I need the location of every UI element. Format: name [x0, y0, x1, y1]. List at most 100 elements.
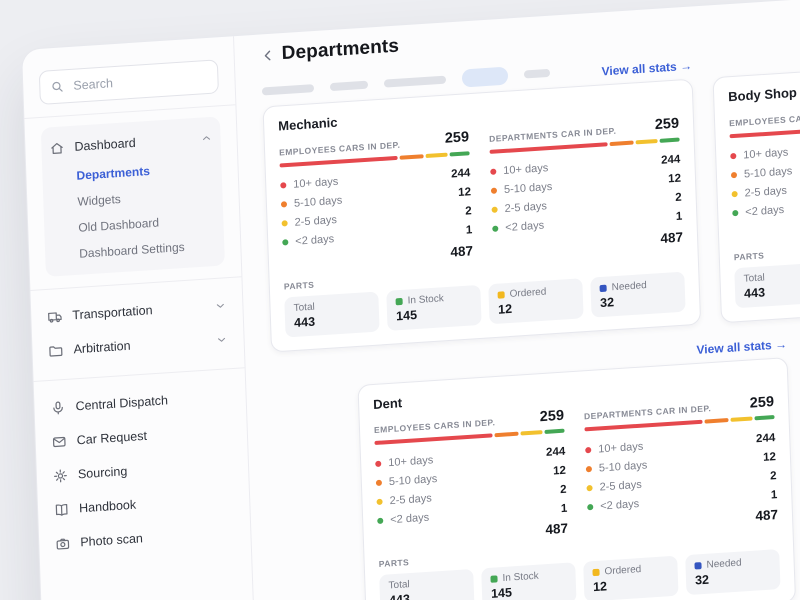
- legend-square-icon: [498, 291, 505, 298]
- department-block-dent: View all stats → DentEMPLOYEES CARS IN D…: [356, 327, 796, 600]
- bar-segment: [730, 416, 752, 421]
- tab-placeholder[interactable]: [524, 69, 550, 79]
- part-stat-box: In Stock145: [386, 284, 481, 330]
- dot-icon: [586, 484, 592, 490]
- stat-row-label: <2 days: [600, 498, 639, 513]
- stat-row-value: 244: [546, 445, 566, 458]
- stat-column-total: 259: [750, 395, 775, 411]
- bar-segment: [494, 432, 518, 438]
- stat-row-value: 12: [668, 173, 681, 186]
- part-stat-box: Ordered12: [583, 556, 678, 600]
- stats-columns: EMPLOYEES CARS IN DEP. 259 10+ days 244 5-10…: [374, 395, 778, 549]
- book-icon: [54, 501, 70, 517]
- stat-row-value: 244: [756, 432, 776, 445]
- chevron-down-icon[interactable]: [215, 333, 227, 346]
- bar-segment: [659, 137, 679, 142]
- bar-segment: [754, 415, 774, 420]
- dot-icon: [375, 460, 381, 466]
- page-title: Departments: [281, 36, 399, 66]
- legend-square-icon: [490, 575, 497, 582]
- search-icon: [50, 79, 64, 94]
- stat-row-value: 2: [465, 205, 472, 217]
- sidebar-item-list: Central Dispatch Car Request Sourcing: [50, 379, 235, 561]
- stat-column-label: DEPARTMENTS CAR IN DEP.: [489, 125, 617, 143]
- department-row-1: View all stats → MechanicEMPLOYEES CARS …: [261, 15, 800, 352]
- dot-icon: [376, 479, 382, 485]
- dot-icon: [732, 210, 738, 216]
- stat-row-value: 1: [561, 502, 568, 514]
- stat-column-total: 259: [540, 408, 565, 424]
- stat-column-total: 259: [655, 117, 680, 133]
- part-value: 12: [593, 575, 669, 594]
- dot-icon: [492, 207, 498, 213]
- stat-row-label: 10+ days: [598, 440, 643, 455]
- dot-icon: [282, 220, 288, 226]
- stat-row-label: 5-10 days: [504, 181, 553, 196]
- part-stat-box: In Stock145: [481, 562, 576, 600]
- stat-row-label: 10+ days: [293, 176, 338, 191]
- bar-segment: [425, 152, 447, 157]
- chevron-down-icon[interactable]: [214, 299, 226, 312]
- sidebar-item-label: Arbitration: [73, 339, 130, 357]
- parts-section: PARTSTotal443In Stock145Ordered12Needed3…: [284, 255, 686, 337]
- stat-row-value: 12: [763, 451, 776, 464]
- stat-row-label: 2-5 days: [294, 214, 337, 229]
- stat-row-label: 5-10 days: [599, 459, 648, 474]
- stat-column-label: EMPLOYEES CARS IN DEP.: [729, 110, 800, 128]
- bar-segment: [704, 418, 728, 424]
- view-all-stats-link[interactable]: View all stats →: [696, 337, 787, 357]
- chevron-up-icon[interactable]: [200, 132, 212, 145]
- filter-pill-placeholder[interactable]: [462, 67, 509, 88]
- part-stat-box: Ordered12: [488, 278, 583, 324]
- back-chevron-icon[interactable]: [260, 47, 276, 63]
- sidebar-group-dashboard: Dashboard Departments Widgets Old Dashbo…: [41, 116, 225, 277]
- stat-row-value: 244: [661, 154, 681, 167]
- stat-row-value: 2: [560, 483, 567, 495]
- part-value: 443: [744, 281, 800, 300]
- stat-column-label: EMPLOYEES CARS IN DEP.: [374, 417, 496, 435]
- tab-placeholder[interactable]: [330, 81, 368, 91]
- sidebar-item-label: Handbook: [79, 498, 136, 516]
- tab-placeholder[interactable]: [262, 84, 314, 95]
- part-label: Total: [293, 301, 315, 313]
- part-label: In Stock: [502, 571, 539, 584]
- part-label: Ordered: [604, 564, 641, 577]
- tab-placeholder[interactable]: [384, 76, 446, 88]
- search-input[interactable]: [71, 69, 208, 94]
- bar-segment: [520, 430, 542, 435]
- part-value: 145: [491, 582, 567, 600]
- stat-row-value: 1: [466, 224, 473, 236]
- stat-column: EMPLOYEES CARS IN DEP.25910+ days2445-10…: [279, 130, 473, 270]
- sidebar-item-label: Photo scan: [80, 531, 143, 549]
- microphone-icon: [50, 399, 66, 415]
- stat-row-value: 12: [553, 464, 566, 477]
- stat-row-value: 2: [770, 470, 777, 482]
- part-stat-box: Total443: [734, 262, 800, 308]
- dot-icon: [732, 191, 738, 197]
- bar-segment: [635, 139, 657, 144]
- part-value: 145: [396, 304, 472, 323]
- dot-icon: [280, 182, 286, 188]
- part-stat-box: Total443: [379, 569, 474, 600]
- folder-icon: [48, 342, 64, 358]
- stat-row-label: <2 days: [505, 220, 544, 235]
- truck-icon: [47, 308, 63, 324]
- stat-column-header: EMPLOYEES CARS IN DEP.259: [729, 101, 800, 128]
- bar-segment: [609, 140, 633, 146]
- stat-row-label: 5-10 days: [389, 473, 438, 488]
- screen: Dashboard Departments Widgets Old Dashbo…: [0, 0, 800, 600]
- app-window: Dashboard Departments Widgets Old Dashbo…: [22, 0, 800, 600]
- department-block-mechanic: View all stats → MechanicEMPLOYEES CARS …: [261, 49, 701, 352]
- part-stat-box: Needed32: [590, 271, 685, 317]
- dot-icon: [492, 226, 498, 232]
- dot-icon: [731, 172, 737, 178]
- department-block-body-shop: View all stats → Body ShopEMPLOYEES CARS…: [711, 19, 800, 322]
- part-label: Total: [388, 579, 410, 591]
- stat-column: DEPARTMENTS CAR IN DEP.25910+ days2445-1…: [489, 117, 683, 257]
- stat-column: DEPARTMENTS CAR IN DEP. 259 10+ days 244 5-1…: [584, 395, 778, 535]
- view-all-stats-link[interactable]: View all stats →: [601, 59, 692, 79]
- part-value: 32: [695, 569, 771, 588]
- bar-segment: [544, 429, 564, 434]
- stat-column-label: DEPARTMENTS CAR IN DEP.: [584, 403, 712, 421]
- search-box[interactable]: [39, 59, 219, 105]
